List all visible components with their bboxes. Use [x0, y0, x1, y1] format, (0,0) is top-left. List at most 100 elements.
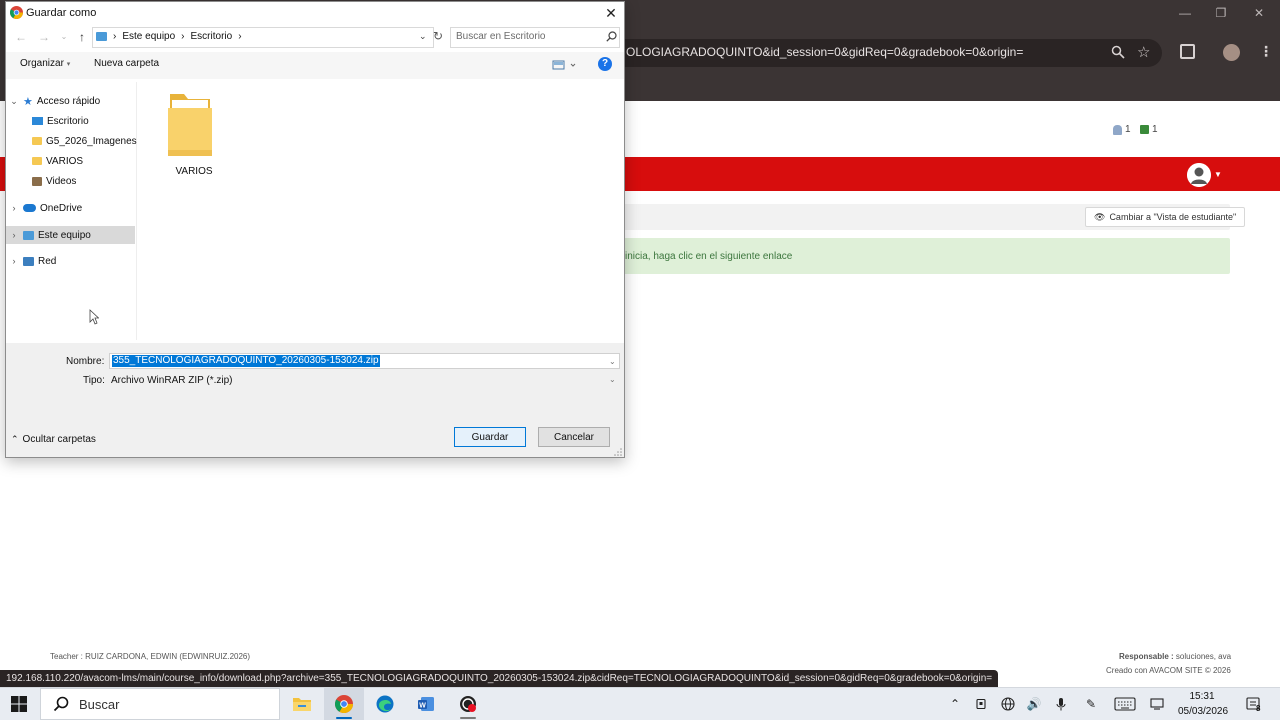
file-explorer-icon [293, 698, 311, 711]
tree-item-videos[interactable]: Videos [32, 172, 76, 190]
cloud-icon [23, 204, 36, 212]
screen-recorder-icon [460, 696, 476, 712]
running-app-indicator [460, 717, 476, 719]
taskbar-app-recorder[interactable] [448, 688, 488, 720]
monitor-icon[interactable] [1148, 695, 1166, 713]
clock-date[interactable]: 05/03/2026 [1178, 706, 1228, 717]
footer-responsable: Responsable : soluciones, ava [1119, 652, 1232, 661]
back-arrow-icon[interactable]: ← [14, 30, 28, 44]
taskbar-search-box[interactable]: Buscar [40, 688, 280, 720]
chevron-down-icon[interactable]: ⌄ [9, 96, 19, 107]
svg-text:W: W [419, 703, 426, 710]
chevron-down-icon[interactable]: ⌄ [609, 357, 616, 366]
restore-icon[interactable]: ❐ [1206, 6, 1236, 20]
minimize-icon[interactable]: — [1170, 6, 1200, 20]
recent-locations-icon[interactable]: ⌄ [57, 30, 71, 44]
zoom-icon[interactable] [1111, 45, 1125, 59]
folder-item-label[interactable]: VARIOS [160, 166, 228, 177]
close-window-icon[interactable]: ✕ [1244, 6, 1274, 20]
folder-icon [168, 94, 212, 156]
tree-onedrive[interactable]: › OneDrive [9, 199, 83, 217]
file-type-value[interactable]: Archivo WinRAR ZIP (*.zip) [111, 375, 233, 386]
chevron-right-icon[interactable]: › [9, 256, 19, 266]
success-alert-text: inicia, haga clic en el siguiente enlace [625, 251, 793, 262]
footer-teacher: Teacher : RUIZ CARDONA, EDWIN (EDWINRUIZ… [50, 652, 251, 661]
volume-icon[interactable]: 🔊 [1025, 695, 1043, 713]
address-bar-text[interactable]: OLOGIAGRADOQUINTO&id_session=0&gidReq=0&… [626, 45, 1023, 59]
tree-network[interactable]: › Red [9, 252, 57, 270]
users-counter[interactable]: 1 [1113, 124, 1131, 135]
tree-this-pc[interactable]: › Este equipo [6, 226, 135, 244]
search-icon [53, 696, 69, 712]
taskbar-app-word[interactable]: W [406, 688, 446, 720]
dialog-close-icon[interactable]: ✕ [602, 4, 620, 22]
taskbar-app-file-explorer[interactable] [282, 688, 322, 720]
tree-item-varios[interactable]: VARIOS [32, 152, 83, 170]
save-button[interactable]: Guardar [454, 427, 526, 447]
touch-keyboard-icon[interactable] [1113, 695, 1137, 713]
chevron-right-icon[interactable]: › [9, 203, 19, 213]
user-avatar-icon[interactable] [1187, 163, 1211, 187]
student-view-button[interactable]: 👁 Cambiar a "Vista de estudiante" [1085, 207, 1246, 227]
path-dropdown-icon[interactable]: ⌄ [419, 31, 427, 42]
file-name-value[interactable]: 355_TECNOLOGIAGRADOQUINTO_20260305-15302… [112, 355, 380, 367]
hide-folders-button[interactable]: ⌃ Ocultar carpetas [11, 434, 96, 445]
pane-divider[interactable] [136, 82, 137, 340]
notification-count-badge: 8 [1256, 704, 1261, 713]
network-icon [23, 256, 34, 266]
pen-icon[interactable]: ✎ [1082, 695, 1100, 713]
browser-menu-icon[interactable]: ⋮ [1259, 43, 1273, 60]
chevron-down-icon[interactable]: ⌄ [609, 375, 616, 384]
dialog-titlebar [6, 2, 624, 24]
chrome-icon [335, 695, 353, 713]
star-icon: ★ [23, 95, 33, 108]
path-segment[interactable]: Escritorio [191, 31, 233, 42]
organize-button[interactable]: Organizar ▾ [20, 58, 70, 69]
resize-grip-icon[interactable] [614, 448, 622, 456]
new-folder-button[interactable]: Nueva carpeta [94, 58, 159, 69]
chevron-right-icon[interactable]: › [9, 230, 19, 240]
chat-counter[interactable]: 1 [1140, 124, 1158, 135]
up-arrow-icon[interactable]: ↑ [75, 30, 89, 44]
active-app-indicator [336, 717, 352, 719]
footer-created: Creado con AVACOM SITE © 2026 [1106, 666, 1231, 675]
videos-folder-icon [32, 176, 42, 186]
dialog-title: Guardar como [26, 7, 97, 19]
refresh-icon[interactable]: ↻ [433, 29, 443, 43]
taskbar-app-edge[interactable] [365, 688, 405, 720]
cancel-button[interactable]: Cancelar [538, 427, 610, 447]
computer-icon [23, 230, 34, 240]
extensions-icon[interactable] [1180, 44, 1195, 59]
search-field-placeholder: Buscar en Escritorio [456, 31, 546, 42]
windows-start-icon[interactable] [8, 693, 32, 715]
view-options-icon[interactable] [552, 58, 578, 72]
tree-quick-access[interactable]: ⌄ ★ Acceso rápido [9, 92, 100, 110]
help-icon[interactable]: ? [598, 57, 612, 71]
profile-avatar-icon[interactable] [1223, 44, 1240, 61]
file-name-label: Nombre: [66, 356, 105, 367]
window-controls: — ❐ ✕ [1170, 6, 1280, 26]
path-segment[interactable]: Este equipo [122, 31, 175, 42]
taskbar-app-chrome[interactable] [324, 688, 364, 720]
bookmark-star-icon[interactable]: ☆ [1137, 43, 1150, 61]
show-hidden-icons-icon[interactable]: ⌃ [946, 695, 964, 713]
file-type-label: Tipo: [83, 375, 105, 386]
microphone-icon[interactable] [1052, 695, 1070, 713]
folder-small-icon [32, 157, 42, 165]
desktop-icon [32, 117, 43, 125]
status-bar-url: 192.168.110.220/avacom-lms/main/course_i… [0, 670, 999, 687]
user-menu-caret-icon[interactable]: ▼ [1214, 170, 1222, 179]
this-pc-small-icon [96, 32, 107, 41]
forward-arrow-icon[interactable]: → [37, 30, 51, 44]
tree-item-escritorio[interactable]: Escritorio [32, 112, 89, 130]
meet-now-icon[interactable] [972, 695, 990, 713]
word-icon: W [418, 697, 434, 711]
chrome-logo-icon [10, 6, 23, 19]
chevron-up-icon: ⌃ [11, 434, 19, 444]
edge-icon [376, 695, 394, 713]
clock-time[interactable]: 15:31 [1180, 691, 1224, 702]
tree-item-g5-imagenes[interactable]: G5_2026_Imagenes [32, 132, 137, 150]
search-icon[interactable] [606, 31, 617, 42]
language-globe-icon[interactable] [999, 695, 1017, 713]
user-icon [1113, 124, 1122, 135]
